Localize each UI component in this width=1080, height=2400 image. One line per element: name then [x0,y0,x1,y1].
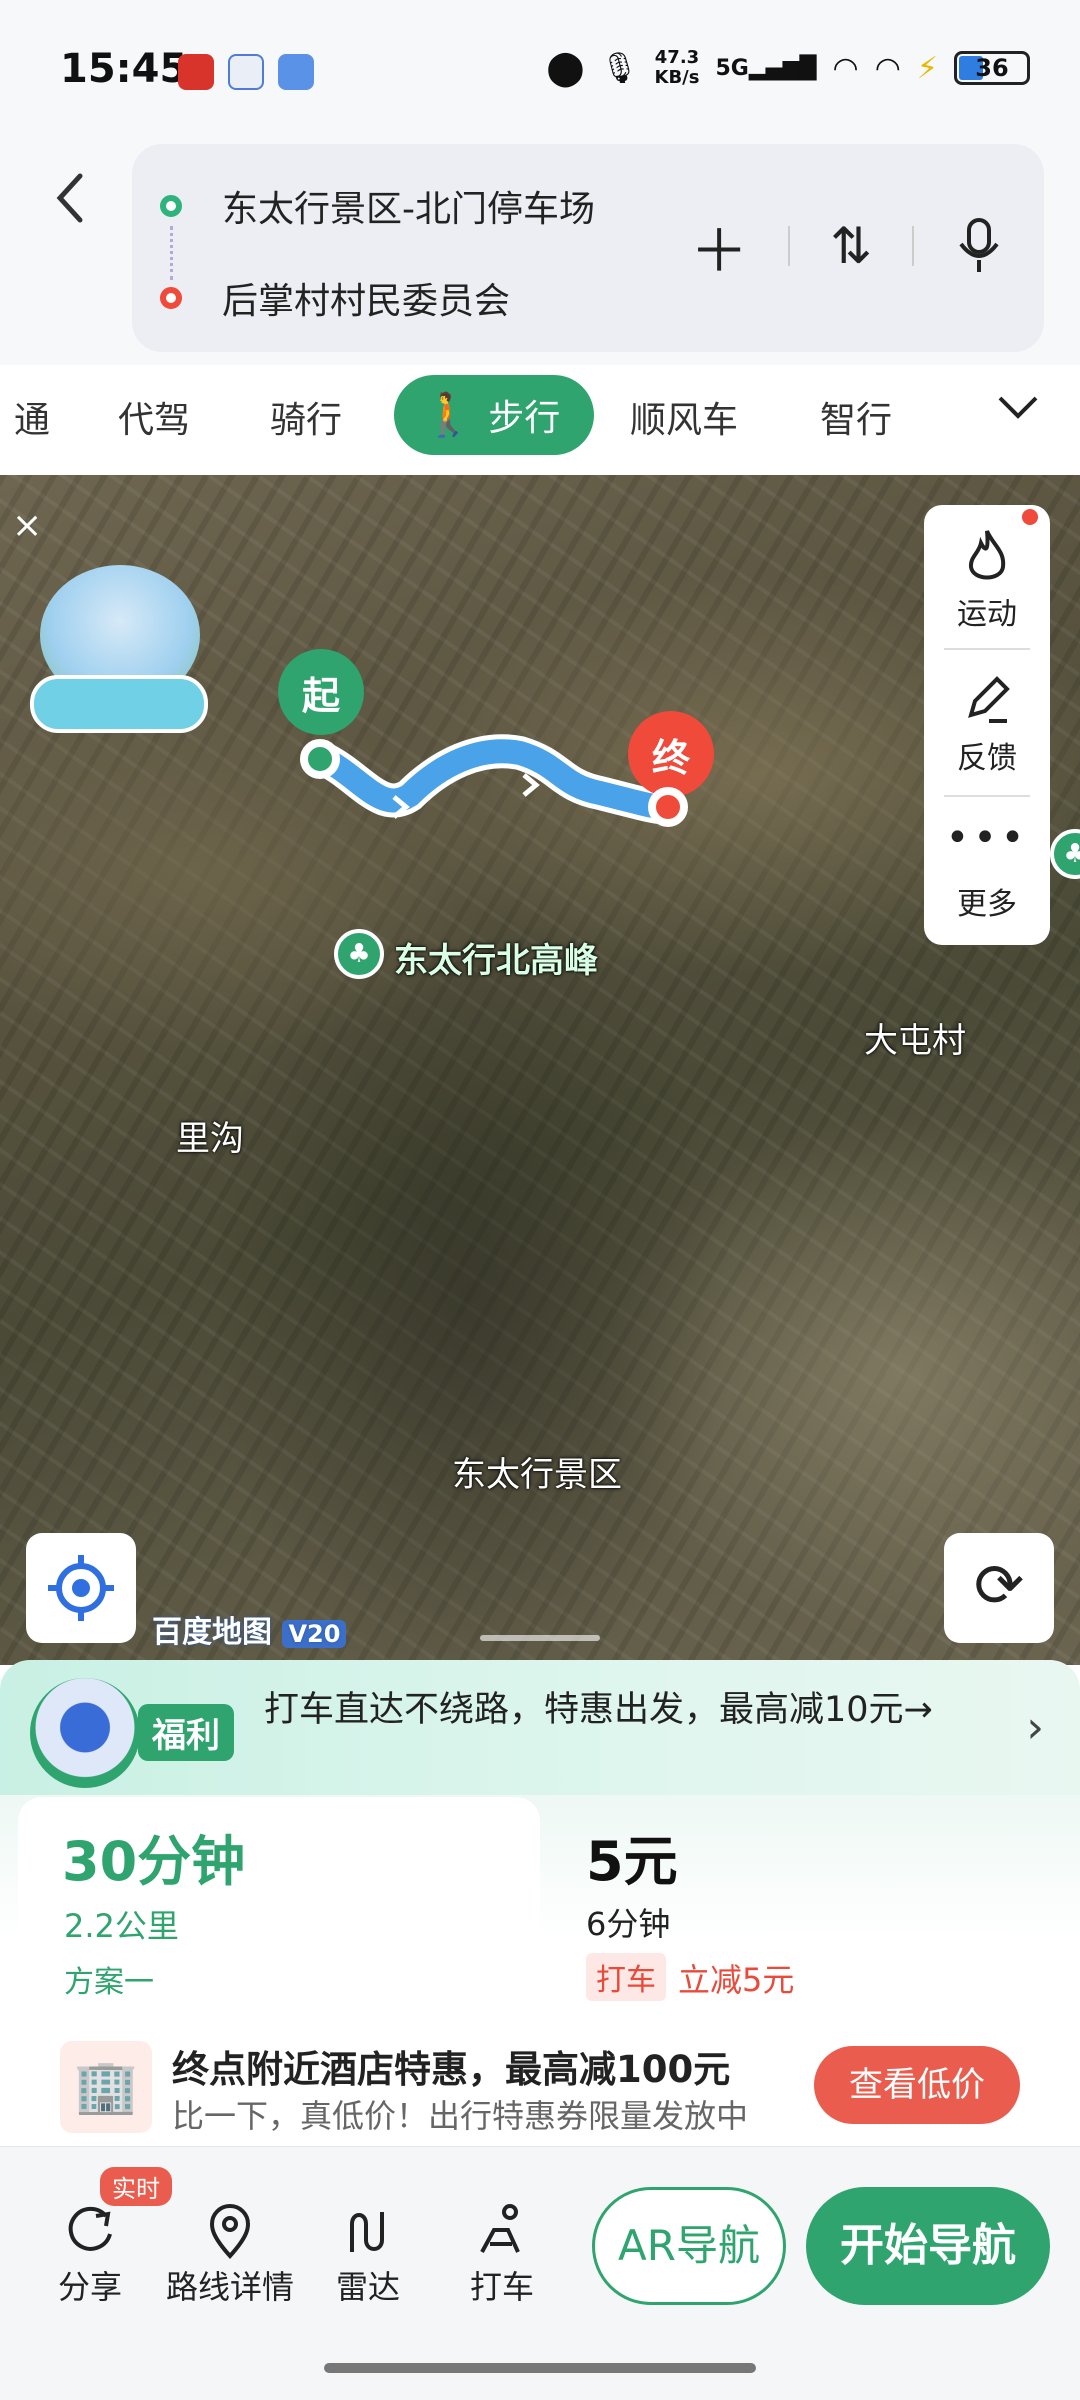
plan-card-walk[interactable]: 30分钟 2.2公里 方案一 [18,1797,540,2022]
taxi-button[interactable]: 打车 [470,2202,534,2308]
taxi-icon [480,2204,520,2253]
promo-text: 打车直达不绕路，特惠出发，最高减10元→ [264,1690,933,1730]
share-button[interactable]: 分享 [58,2202,122,2308]
tab-cycling[interactable]: 骑行 [270,391,342,443]
home-indicator[interactable] [324,2363,756,2373]
end-point-icon [648,787,688,827]
travel-mode-tabs: 通 代驾 骑行 🚶 步行 顺风车 智行 [0,365,1080,475]
map-side-panel: 运动 反馈 ••• 更多 [924,505,1050,945]
refresh-icon: ⟳ [973,1551,1025,1621]
promo-banner[interactable]: 福利 打车直达不绕路，特惠出发，最高减10元→ › [0,1660,1080,1800]
tab-carpool[interactable]: 顺风车 [630,391,738,443]
hotel-icon: 🏢 [60,2041,152,2133]
start-location-field[interactable]: 东太行景区-北门停车场 [160,180,595,232]
hotel-title: 终点附近酒店特惠，最高减100元 [172,2048,731,2091]
robot-mascot-icon [30,1678,140,1788]
chevron-left-icon [56,173,83,223]
end-pin[interactable]: 终 [628,711,714,797]
drag-handle[interactable] [480,1635,600,1641]
tab-designated-driver[interactable]: 代驾 [118,391,190,443]
locate-button[interactable] [26,1533,136,1643]
plan-duration: 30分钟 [62,1830,246,1893]
add-waypoint-button[interactable]: ＋ [690,204,748,288]
start-pin[interactable]: 起 [278,649,364,735]
app-notification-icon [178,54,214,90]
end-dot-icon [160,287,182,309]
locate-icon [48,1555,114,1621]
more-button[interactable]: ••• 更多 [924,815,1050,923]
tab-transit[interactable]: 通 [14,391,50,443]
wifi-icon-2: ◠ [874,50,901,86]
plan-label: 方案一 [64,1965,154,2000]
net-speed: 47.3 KB/s [654,47,700,88]
charging-icon: ⚡ [916,50,938,86]
walking-icon: 🚶 [422,390,475,439]
plan-distance: 2.2公里 [64,1907,179,1945]
voice-input-button[interactable] [954,216,1004,276]
chevron-right-icon: › [1026,1702,1044,1753]
start-dot-icon [160,195,182,217]
map-label-peak[interactable]: 东太行北高峰 [394,933,598,982]
realtime-badge: 实时 [100,2167,172,2206]
edit-icon [968,676,1010,723]
route-input-box: 东太行景区-北门停车场 后掌村村民委员会 ＋ ⇅ [132,144,1044,352]
bottom-toolbar: 实时 分享 路线详情 雷达 打车 AR导航 开始导航 [0,2146,1080,2400]
chevron-down-icon [998,396,1038,419]
divider [788,226,791,266]
radar-button[interactable]: 雷达 [336,2202,400,2308]
start-point-icon [300,739,340,779]
route-header: 东太行景区-北门停车场 后掌村村民委员会 ＋ ⇅ [0,140,1080,365]
mic-status-icon: 🎙 [600,50,639,86]
flame-icon [968,530,1006,580]
route-detail-button[interactable]: 路线详情 [166,2202,294,2308]
hotel-subtitle: 比一下，真低价！出行特惠券限量发放中 [172,2097,749,2135]
end-location-field[interactable]: 后掌村村民委员会 [160,272,510,324]
status-app-icons [178,54,314,90]
ar-navigation-button[interactable]: AR导航 [592,2187,786,2305]
map-label-scenic-area[interactable]: 东太行景区 [452,1447,622,1496]
more-icon: ••• [945,815,1029,861]
tab-smart-travel[interactable]: 智行 [820,391,892,443]
swap-route-button[interactable]: ⇅ [830,217,872,275]
status-bar: 15:45 ⬤ 🎙 47.3 KB/s 5G▂▄▆█ ◠ ◠ ⚡ 36 [0,0,1080,140]
expand-tabs-button[interactable] [996,379,1040,433]
taxi-tag: 打车 [586,1953,666,2001]
status-right: ⬤ 🎙 47.3 KB/s 5G▂▄▆█ ◠ ◠ ⚡ 36 [546,48,1030,88]
app-notification-icon [278,54,314,90]
radar-icon [350,2212,384,2252]
wifi-icon: ◠ [832,50,859,86]
map-label-village[interactable]: 大屯村 [864,1013,966,1062]
route-plans: 30分钟 2.2公里 方案一 5元 6分钟 打车 立减5元 [0,1795,1080,2035]
map-label-village[interactable]: 里沟 [176,1111,244,1160]
divider [944,795,1030,797]
notification-dot [1022,509,1038,525]
location-icon: ⬤ [546,48,585,88]
signal-icon: 5G▂▄▆█ [715,55,817,81]
divider [912,226,914,266]
view-low-price-button[interactable]: 查看低价 [814,2046,1020,2124]
welfare-badge: 福利 [138,1704,234,1761]
tree-poi-icon[interactable]: ♣ [334,929,384,979]
route-detail-icon [209,2204,251,2259]
map-view[interactable]: × 起 终 ♣ 东太行北高峰 大屯村 里沟 东太行景区 ♣ 运动 反馈 ••• … [0,475,1080,1665]
start-navigation-button[interactable]: 开始导航 [806,2187,1050,2305]
taxi-discount: 立减5元 [678,1961,795,1999]
hotel-promo[interactable]: 🏢 终点附近酒店特惠，最高减100元 比一下，真低价！出行特惠券限量发放中 查看… [0,2035,1080,2145]
back-button[interactable] [50,170,100,230]
battery-icon: 36 [954,51,1030,85]
route-actions: ＋ ⇅ [690,204,1004,288]
sport-button[interactable]: 运动 [924,525,1050,633]
taxi-price: 5元 [586,1830,678,1893]
feedback-button[interactable]: 反馈 [924,669,1050,777]
divider [944,648,1030,650]
status-time: 15:45 [60,46,188,92]
map-brand-logo: 百度地图 V20 [152,1607,347,1651]
taxi-duration: 6分钟 [586,1905,671,1943]
app-notification-icon [228,54,264,90]
refresh-route-button[interactable]: ⟳ [944,1533,1054,1643]
share-icon [68,2206,112,2251]
tab-walking[interactable]: 🚶 步行 [394,375,595,455]
